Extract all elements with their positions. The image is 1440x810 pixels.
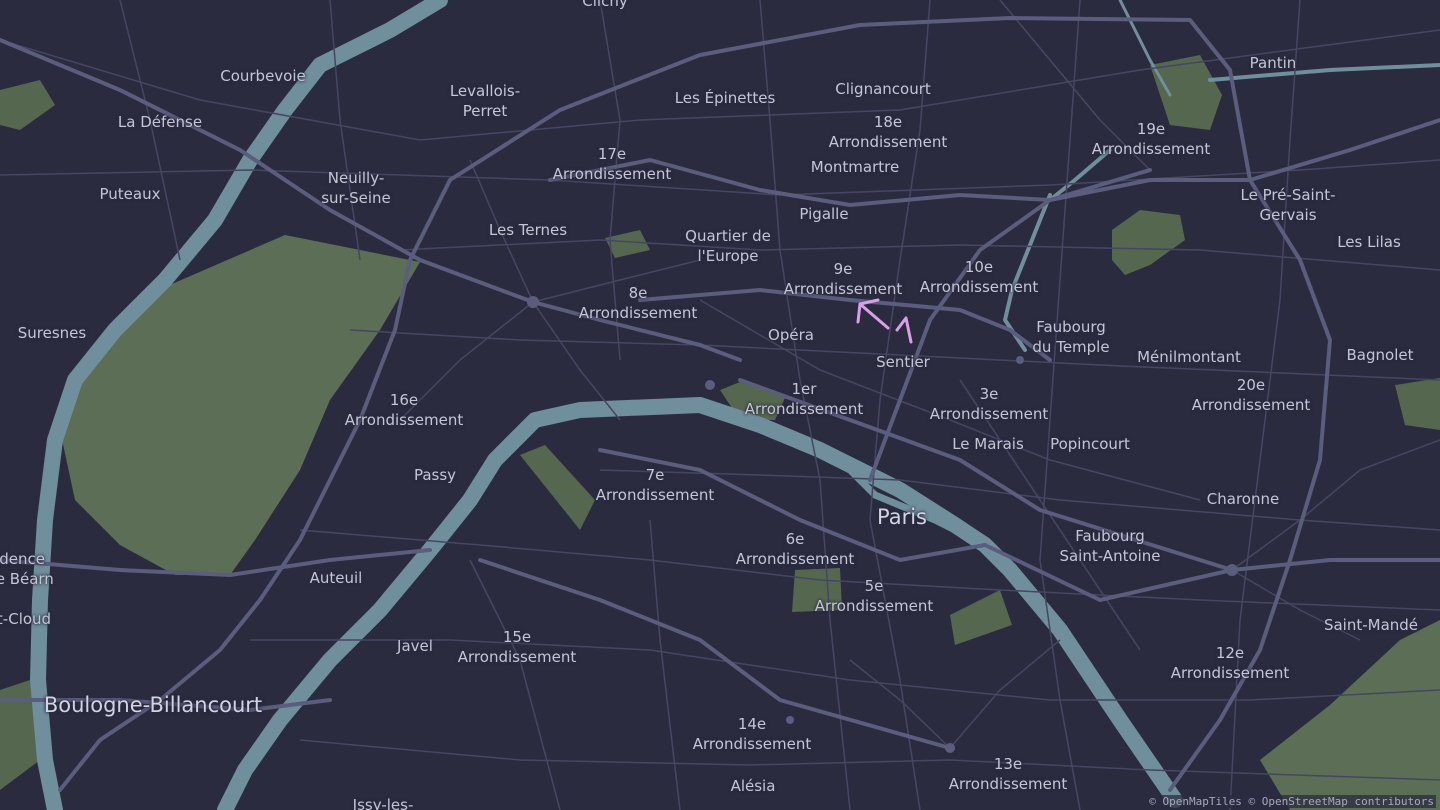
place-label-arr-18: 18e Arrondissement bbox=[828, 113, 948, 151]
place-label-neuilly: Neuilly- sur-Seine bbox=[321, 169, 391, 207]
place-label-arr-10: 10e Arrondissement bbox=[919, 258, 1039, 296]
place-label-arr-8: 8e Arrondissement bbox=[578, 284, 698, 322]
place-label-puteaux: Puteaux bbox=[99, 185, 161, 203]
place-label-le-pre-saint-gervais: Le Pré-Saint- Gervais bbox=[1240, 186, 1336, 224]
place-label-bagnolet: Bagnolet bbox=[1346, 346, 1414, 364]
place-label-st-cloud: t-Cloud bbox=[0, 610, 52, 628]
place-label-les-lilas: Les Lilas bbox=[1337, 233, 1401, 251]
place-label-clichy: Clichy bbox=[582, 0, 628, 10]
place-label-les-ternes: Les Ternes bbox=[488, 221, 568, 239]
road bbox=[949, 639, 1061, 749]
place-label-arr-16: 16e Arrondissement bbox=[344, 391, 464, 429]
concorde-roundabout bbox=[705, 380, 715, 390]
place-label-arr-12: 12e Arrondissement bbox=[1170, 644, 1290, 682]
place-label-residence-bearn: idence de Béarn bbox=[0, 550, 54, 588]
place-label-passy: Passy bbox=[413, 466, 457, 484]
place-label-le-marais: Le Marais bbox=[952, 435, 1024, 453]
place-label-courbevoie: Courbevoie bbox=[220, 67, 306, 85]
place-label-levallois: Levallois- Perret bbox=[449, 82, 521, 120]
italie-roundabout bbox=[945, 743, 955, 753]
jardin-plantes bbox=[950, 590, 1012, 645]
place-label-arr-17: 17e Arrondissement bbox=[552, 145, 672, 183]
place-label-clignancourt: Clignancourt bbox=[835, 80, 931, 98]
place-label-pantin: Pantin bbox=[1249, 54, 1297, 72]
place-label-arr-6: 6e Arrondissement bbox=[735, 530, 855, 568]
cimetiere-pere-lachaise bbox=[1395, 378, 1440, 430]
place-label-arr-19: 19e Arrondissement bbox=[1091, 120, 1211, 158]
republique-roundabout bbox=[1016, 356, 1024, 364]
place-label-arr-13: 13e Arrondissement bbox=[948, 755, 1068, 793]
place-label-saint-mande: Saint-Mandé bbox=[1323, 616, 1419, 634]
place-label-charonne: Charonne bbox=[1206, 490, 1280, 508]
place-label-arr-9: 9e Arrondissement bbox=[783, 260, 903, 298]
place-label-issy: Issy-les- bbox=[352, 796, 414, 810]
place-label-quartier-europe: Quartier de l'Europe bbox=[685, 227, 771, 265]
place-label-faubourg-temple: Faubourg du Temple bbox=[1032, 318, 1110, 356]
nation-roundabout bbox=[1226, 564, 1238, 576]
canal-saint-denis bbox=[1118, 0, 1172, 97]
map-attribution[interactable]: © OpenMapTiles © OpenStreetMap contribut… bbox=[1147, 795, 1436, 808]
place-label-les-epinettes: Les Épinettes bbox=[674, 89, 776, 107]
place-label-arr-1: 1er Arrondissement bbox=[744, 380, 864, 418]
place-label-sentier: Sentier bbox=[876, 353, 930, 371]
parc-buttes-chaumont bbox=[1112, 210, 1185, 275]
place-label-opera: Opéra bbox=[768, 326, 814, 344]
place-label-arr-20: 20e Arrondissement bbox=[1191, 376, 1311, 414]
annotation-number-one-icon bbox=[895, 316, 913, 344]
place-label-arr-15: 15e Arrondissement bbox=[457, 628, 577, 666]
place-label-arr-7: 7e Arrondissement bbox=[595, 466, 715, 504]
avenue-daumesnil bbox=[983, 543, 1440, 602]
place-label-arr-3: 3e Arrondissement bbox=[929, 385, 1049, 423]
place-label-suresnes: Suresnes bbox=[17, 324, 87, 342]
champ-de-mars bbox=[520, 445, 595, 530]
place-label-menilmontant: Ménilmontant bbox=[1137, 348, 1241, 366]
place-label-alesia: Alésia bbox=[730, 777, 776, 795]
park-west bbox=[0, 80, 55, 130]
road bbox=[469, 559, 561, 810]
etoile-roundabout bbox=[527, 296, 539, 308]
canal-ourcq bbox=[1208, 63, 1440, 82]
place-label-arr-14: 14e Arrondissement bbox=[692, 715, 812, 753]
place-label-popincourt: Popincourt bbox=[1050, 435, 1130, 453]
place-label-pigalle: Pigalle bbox=[799, 205, 849, 223]
place-label-auteuil: Auteuil bbox=[309, 569, 363, 587]
road bbox=[0, 29, 1440, 141]
map-canvas[interactable]: Clichy Courbevoie Levallois- Perret Les … bbox=[0, 0, 1440, 810]
place-label-montmartre: Montmartre bbox=[810, 158, 900, 176]
place-label-arr-5: 5e Arrondissement bbox=[814, 577, 934, 615]
place-label-paris: Paris bbox=[877, 505, 927, 529]
place-label-javel: Javel bbox=[397, 637, 433, 655]
place-label-la-defense: La Défense bbox=[117, 113, 203, 131]
place-label-faubourg-st-antoine: Faubourg Saint-Antoine bbox=[1059, 527, 1161, 565]
place-label-boulogne: Boulogne-Billancourt bbox=[43, 693, 263, 717]
